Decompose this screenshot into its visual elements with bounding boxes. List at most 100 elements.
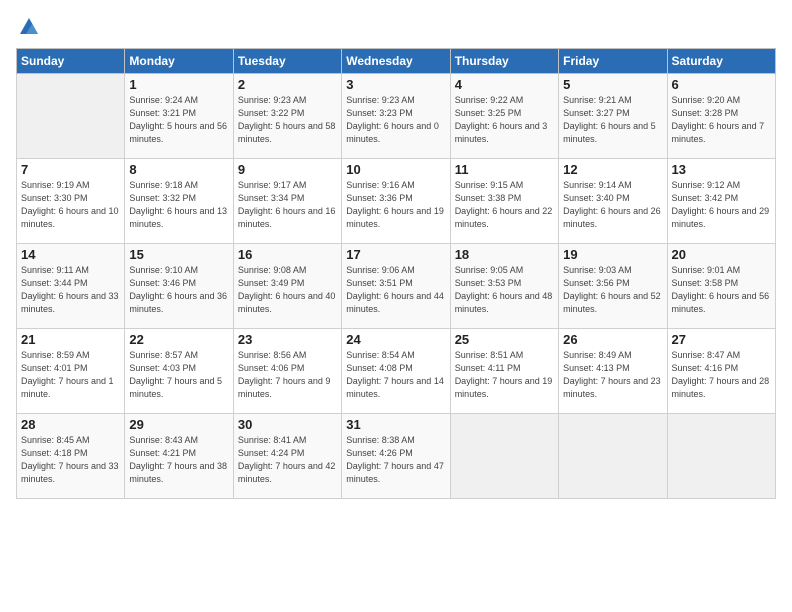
day-number: 10 [346, 162, 445, 177]
day-cell [559, 414, 667, 499]
day-number: 16 [238, 247, 337, 262]
day-info: Sunrise: 9:08 AMSunset: 3:49 PMDaylight:… [238, 264, 337, 316]
day-info: Sunrise: 9:06 AMSunset: 3:51 PMDaylight:… [346, 264, 445, 316]
day-cell: 20 Sunrise: 9:01 AMSunset: 3:58 PMDayligh… [667, 244, 775, 329]
day-number: 30 [238, 417, 337, 432]
day-info: Sunrise: 8:56 AMSunset: 4:06 PMDaylight:… [238, 349, 337, 401]
day-cell: 2 Sunrise: 9:23 AMSunset: 3:22 PMDaylight… [233, 74, 341, 159]
week-row-5: 28 Sunrise: 8:45 AMSunset: 4:18 PMDayligh… [17, 414, 776, 499]
day-info: Sunrise: 9:14 AMSunset: 3:40 PMDaylight:… [563, 179, 662, 231]
day-info: Sunrise: 8:47 AMSunset: 4:16 PMDaylight:… [672, 349, 771, 401]
day-cell: 25 Sunrise: 8:51 AMSunset: 4:11 PMDayligh… [450, 329, 558, 414]
day-info: Sunrise: 9:23 AMSunset: 3:22 PMDaylight:… [238, 94, 337, 146]
day-number: 31 [346, 417, 445, 432]
day-info: Sunrise: 8:54 AMSunset: 4:08 PMDaylight:… [346, 349, 445, 401]
day-info: Sunrise: 8:49 AMSunset: 4:13 PMDaylight:… [563, 349, 662, 401]
logo [16, 16, 40, 38]
day-cell: 30 Sunrise: 8:41 AMSunset: 4:24 PMDayligh… [233, 414, 341, 499]
day-cell: 22 Sunrise: 8:57 AMSunset: 4:03 PMDayligh… [125, 329, 233, 414]
day-info: Sunrise: 9:16 AMSunset: 3:36 PMDaylight:… [346, 179, 445, 231]
day-number: 1 [129, 77, 228, 92]
day-number: 29 [129, 417, 228, 432]
day-number: 6 [672, 77, 771, 92]
weekday-header-saturday: Saturday [667, 49, 775, 74]
day-cell: 24 Sunrise: 8:54 AMSunset: 4:08 PMDayligh… [342, 329, 450, 414]
day-info: Sunrise: 8:45 AMSunset: 4:18 PMDaylight:… [21, 434, 120, 486]
day-cell: 1Sunrise: 9:24 AMSunset: 3:21 PMDaylight… [125, 74, 233, 159]
day-number: 11 [455, 162, 554, 177]
day-cell: 13 Sunrise: 9:12 AMSunset: 3:42 PMDayligh… [667, 159, 775, 244]
day-cell: 8 Sunrise: 9:18 AMSunset: 3:32 PMDaylight… [125, 159, 233, 244]
week-row-4: 21Sunrise: 8:59 AMSunset: 4:01 PMDayligh… [17, 329, 776, 414]
day-info: Sunrise: 8:57 AMSunset: 4:03 PMDaylight:… [129, 349, 228, 401]
day-cell: 17 Sunrise: 9:06 AMSunset: 3:51 PMDayligh… [342, 244, 450, 329]
day-cell: 9 Sunrise: 9:17 AMSunset: 3:34 PMDaylight… [233, 159, 341, 244]
day-number: 13 [672, 162, 771, 177]
day-cell: 27 Sunrise: 8:47 AMSunset: 4:16 PMDayligh… [667, 329, 775, 414]
day-number: 26 [563, 332, 662, 347]
header [16, 16, 776, 38]
day-number: 8 [129, 162, 228, 177]
day-cell: 21Sunrise: 8:59 AMSunset: 4:01 PMDayligh… [17, 329, 125, 414]
day-info: Sunrise: 9:20 AMSunset: 3:28 PMDaylight:… [672, 94, 771, 146]
day-cell: 14 Sunrise: 9:11 AMSunset: 3:44 PMDayligh… [17, 244, 125, 329]
weekday-header-tuesday: Tuesday [233, 49, 341, 74]
day-info: Sunrise: 8:41 AMSunset: 4:24 PMDaylight:… [238, 434, 337, 486]
day-info: Sunrise: 9:11 AMSunset: 3:44 PMDaylight:… [21, 264, 120, 316]
day-info: Sunrise: 9:18 AMSunset: 3:32 PMDaylight:… [129, 179, 228, 231]
day-number: 5 [563, 77, 662, 92]
day-cell: 15 Sunrise: 9:10 AMSunset: 3:46 PMDayligh… [125, 244, 233, 329]
day-number: 18 [455, 247, 554, 262]
day-info: Sunrise: 9:10 AMSunset: 3:46 PMDaylight:… [129, 264, 228, 316]
day-cell: 19 Sunrise: 9:03 AMSunset: 3:56 PMDayligh… [559, 244, 667, 329]
weekday-header-thursday: Thursday [450, 49, 558, 74]
day-number: 3 [346, 77, 445, 92]
day-number: 2 [238, 77, 337, 92]
day-cell [667, 414, 775, 499]
day-number: 28 [21, 417, 120, 432]
day-number: 25 [455, 332, 554, 347]
day-cell: 12Sunrise: 9:14 AMSunset: 3:40 PMDayligh… [559, 159, 667, 244]
page: SundayMondayTuesdayWednesdayThursdayFrid… [0, 0, 792, 612]
calendar-table: SundayMondayTuesdayWednesdayThursdayFrid… [16, 48, 776, 499]
day-cell: 18 Sunrise: 9:05 AMSunset: 3:53 PMDayligh… [450, 244, 558, 329]
day-info: Sunrise: 9:01 AMSunset: 3:58 PMDaylight:… [672, 264, 771, 316]
day-info: Sunrise: 9:22 AMSunset: 3:25 PMDaylight:… [455, 94, 554, 146]
day-info: Sunrise: 9:03 AMSunset: 3:56 PMDaylight:… [563, 264, 662, 316]
day-cell: 11 Sunrise: 9:15 AMSunset: 3:38 PMDayligh… [450, 159, 558, 244]
day-number: 15 [129, 247, 228, 262]
week-row-1: 1Sunrise: 9:24 AMSunset: 3:21 PMDaylight… [17, 74, 776, 159]
day-number: 19 [563, 247, 662, 262]
day-number: 9 [238, 162, 337, 177]
day-info: Sunrise: 9:19 AMSunset: 3:30 PMDaylight:… [21, 179, 120, 231]
day-number: 22 [129, 332, 228, 347]
day-number: 27 [672, 332, 771, 347]
day-cell: 23Sunrise: 8:56 AMSunset: 4:06 PMDayligh… [233, 329, 341, 414]
week-row-2: 7 Sunrise: 9:19 AMSunset: 3:30 PMDaylight… [17, 159, 776, 244]
day-cell: 31Sunrise: 8:38 AMSunset: 4:26 PMDayligh… [342, 414, 450, 499]
day-info: Sunrise: 8:51 AMSunset: 4:11 PMDaylight:… [455, 349, 554, 401]
weekday-header-wednesday: Wednesday [342, 49, 450, 74]
weekday-header-row: SundayMondayTuesdayWednesdayThursdayFrid… [17, 49, 776, 74]
day-info: Sunrise: 8:59 AMSunset: 4:01 PMDaylight:… [21, 349, 120, 401]
day-number: 24 [346, 332, 445, 347]
day-cell: 28 Sunrise: 8:45 AMSunset: 4:18 PMDayligh… [17, 414, 125, 499]
day-cell: 5Sunrise: 9:21 AMSunset: 3:27 PMDaylight… [559, 74, 667, 159]
day-cell: 7 Sunrise: 9:19 AMSunset: 3:30 PMDaylight… [17, 159, 125, 244]
day-number: 4 [455, 77, 554, 92]
day-info: Sunrise: 9:23 AMSunset: 3:23 PMDaylight:… [346, 94, 445, 146]
day-cell: 10 Sunrise: 9:16 AMSunset: 3:36 PMDayligh… [342, 159, 450, 244]
day-number: 17 [346, 247, 445, 262]
day-info: Sunrise: 9:17 AMSunset: 3:34 PMDaylight:… [238, 179, 337, 231]
day-info: Sunrise: 9:15 AMSunset: 3:38 PMDaylight:… [455, 179, 554, 231]
weekday-header-monday: Monday [125, 49, 233, 74]
day-info: Sunrise: 9:12 AMSunset: 3:42 PMDaylight:… [672, 179, 771, 231]
weekday-header-friday: Friday [559, 49, 667, 74]
day-number: 7 [21, 162, 120, 177]
day-number: 14 [21, 247, 120, 262]
weekday-header-sunday: Sunday [17, 49, 125, 74]
day-cell: 26 Sunrise: 8:49 AMSunset: 4:13 PMDayligh… [559, 329, 667, 414]
day-cell: 4 Sunrise: 9:22 AMSunset: 3:25 PMDaylight… [450, 74, 558, 159]
day-number: 20 [672, 247, 771, 262]
day-info: Sunrise: 9:05 AMSunset: 3:53 PMDaylight:… [455, 264, 554, 316]
